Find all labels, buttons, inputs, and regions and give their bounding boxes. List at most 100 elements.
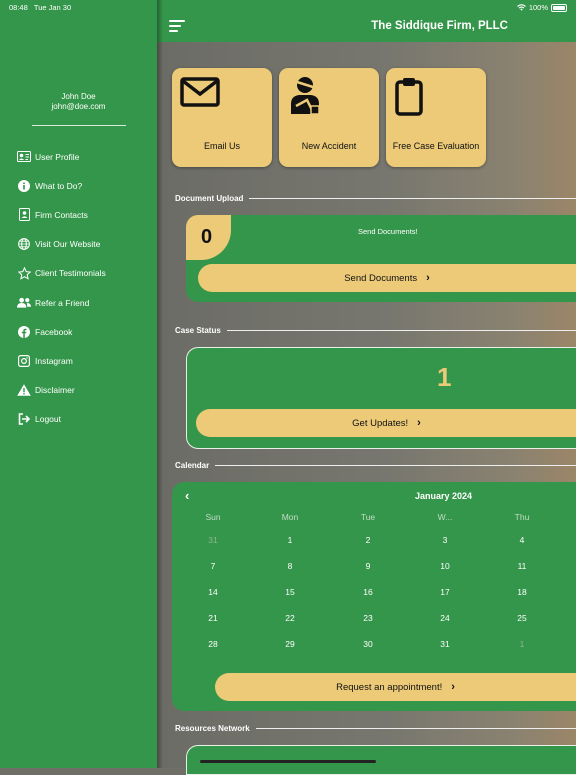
calendar-day[interactable]: 9 (343, 561, 393, 571)
calendar-day[interactable]: 16 (343, 587, 393, 597)
send-documents-label: Send Documents (344, 272, 418, 284)
document-upload-title: Document Upload (175, 194, 244, 203)
calendar-day[interactable]: 25 (497, 613, 547, 623)
sidebar-item-disclaimer[interactable]: Disclaimer (17, 376, 106, 405)
request-appointment-button[interactable]: Request an appointment! › (215, 673, 576, 701)
calendar-day[interactable]: 14 (188, 587, 238, 597)
clipboard-icon (395, 78, 423, 116)
calendar-day[interactable]: 4 (497, 535, 547, 545)
injured-person-icon (291, 77, 320, 115)
case-status-header: Case Status (175, 326, 576, 335)
sidebar-item-label: Client Testimonials (35, 268, 106, 279)
new-accident-label: New Accident (301, 141, 357, 151)
calendar-day[interactable]: 10 (420, 561, 470, 571)
user-info: John Doe john@doe.com (0, 92, 157, 112)
status-bar: 08:48 Tue Jan 30 100% (0, 0, 576, 14)
battery-icon (551, 3, 567, 12)
document-count-badge: 0 (186, 215, 231, 260)
id-card-icon (17, 150, 31, 164)
weekday-label: Tue (360, 512, 376, 522)
app-title: The Siddique Firm, PLLC (371, 20, 508, 32)
email-us-card[interactable]: Email Us (172, 68, 272, 167)
status-date: Tue Jan 30 (33, 3, 72, 12)
document-upload-panel: 0 Send Documents! Send Documents › (186, 215, 576, 302)
status-right: 100% (516, 3, 567, 12)
sidebar-item-what-to-do[interactable]: What to Do? (17, 171, 106, 200)
calendar-month: January 2024 (415, 491, 473, 501)
request-appointment-label: Request an appointment! (336, 681, 443, 693)
get-updates-button[interactable]: Get Updates! › (196, 409, 576, 437)
users-icon (17, 296, 31, 310)
calendar-day[interactable]: 11 (497, 561, 547, 571)
calendar-day[interactable]: 2 (343, 535, 393, 545)
sidebar-item-label: Refer a Friend (35, 297, 90, 308)
user-divider (32, 125, 126, 126)
status-time: 08:48 (9, 3, 28, 12)
sidebar-item-label: Firm Contacts (35, 209, 88, 220)
calendar-day[interactable]: 17 (420, 587, 470, 597)
battery-percent: 100% (528, 3, 548, 12)
sidebar-item-label: Visit Our Website (35, 239, 101, 250)
calendar-day[interactable]: 31 (188, 535, 238, 545)
calendar-day[interactable]: 31 (420, 639, 470, 649)
sidebar-item-label: Facebook (35, 326, 73, 337)
case-status-panel: 1 Get Updates! › (186, 347, 576, 449)
calendar-day[interactable]: 30 (343, 639, 393, 649)
calendar-day[interactable]: 29 (265, 639, 315, 649)
calendar-day[interactable]: 3 (420, 535, 470, 545)
weekday-label: Sun (205, 512, 221, 522)
home-indicator (200, 760, 376, 763)
calendar-day[interactable]: 24 (420, 613, 470, 623)
sidebar-item-instagram[interactable]: Instagram (17, 346, 106, 375)
calendar-day[interactable]: 23 (343, 613, 393, 623)
sidebar-item-firm-contacts[interactable]: Firm Contacts (17, 200, 106, 229)
sidebar-item-refer-friend[interactable]: Refer a Friend (17, 288, 106, 317)
calendar-header: Calendar (175, 461, 576, 470)
calendar-day[interactable]: 8 (265, 561, 315, 571)
calendar-day[interactable]: 7 (188, 561, 238, 571)
chevron-right-icon: › (451, 681, 455, 693)
star-icon (17, 266, 31, 280)
instagram-icon (17, 354, 31, 368)
sidebar-item-user-profile[interactable]: User Profile (17, 142, 106, 171)
sidebar-item-label: Instagram (35, 355, 73, 366)
calendar-day[interactable]: 21 (188, 613, 238, 623)
chevron-right-icon: › (417, 417, 421, 429)
calendar-day[interactable]: 1 (497, 639, 547, 649)
warning-icon (17, 383, 31, 397)
section-divider (255, 728, 576, 729)
calendar-day[interactable]: 1 (265, 535, 315, 545)
sidebar-item-visit-website[interactable]: Visit Our Website (17, 230, 106, 259)
wifi-icon (516, 4, 526, 11)
contact-book-icon (17, 208, 31, 222)
sidebar-item-label: What to Do? (35, 180, 83, 191)
envelope-icon (180, 77, 220, 107)
new-accident-card[interactable]: New Accident (279, 68, 379, 167)
globe-icon (17, 237, 31, 251)
calendar-day[interactable]: 18 (497, 587, 547, 597)
free-case-evaluation-label: Free Case Evaluation (392, 141, 480, 151)
sidebar-item-facebook[interactable]: Facebook (17, 317, 106, 346)
calendar-title: Calendar (175, 461, 210, 470)
sidebar-shadow (157, 0, 163, 768)
sidebar-menu: User Profile What to Do? Firm Contacts V… (17, 142, 106, 434)
sidebar-item-logout[interactable]: Logout (17, 405, 106, 434)
free-case-evaluation-card[interactable]: Free Case Evaluation (386, 68, 486, 167)
document-upload-header: Document Upload (175, 194, 576, 203)
send-documents-message: Send Documents! (358, 227, 418, 236)
status-time-date: 08:48 Tue Jan 30 (9, 3, 71, 12)
sidebar: John Doe john@doe.com User Profile What … (0, 0, 157, 768)
calendar-day[interactable]: 15 (265, 587, 315, 597)
calendar-day[interactable]: 22 (265, 613, 315, 623)
info-icon (17, 179, 31, 193)
sidebar-item-label: User Profile (35, 151, 80, 162)
resources-header: Resources Network (175, 724, 576, 733)
sidebar-item-client-testimonials[interactable]: Client Testimonials (17, 259, 106, 288)
resources-title: Resources Network (175, 724, 250, 733)
sidebar-item-label: Disclaimer (35, 385, 75, 396)
previous-month-icon[interactable]: ‹ (185, 488, 189, 503)
weekday-label: Thu (514, 512, 530, 522)
user-name: John Doe (61, 92, 96, 101)
calendar-day[interactable]: 28 (188, 639, 238, 649)
send-documents-button[interactable]: Send Documents › (198, 264, 576, 292)
